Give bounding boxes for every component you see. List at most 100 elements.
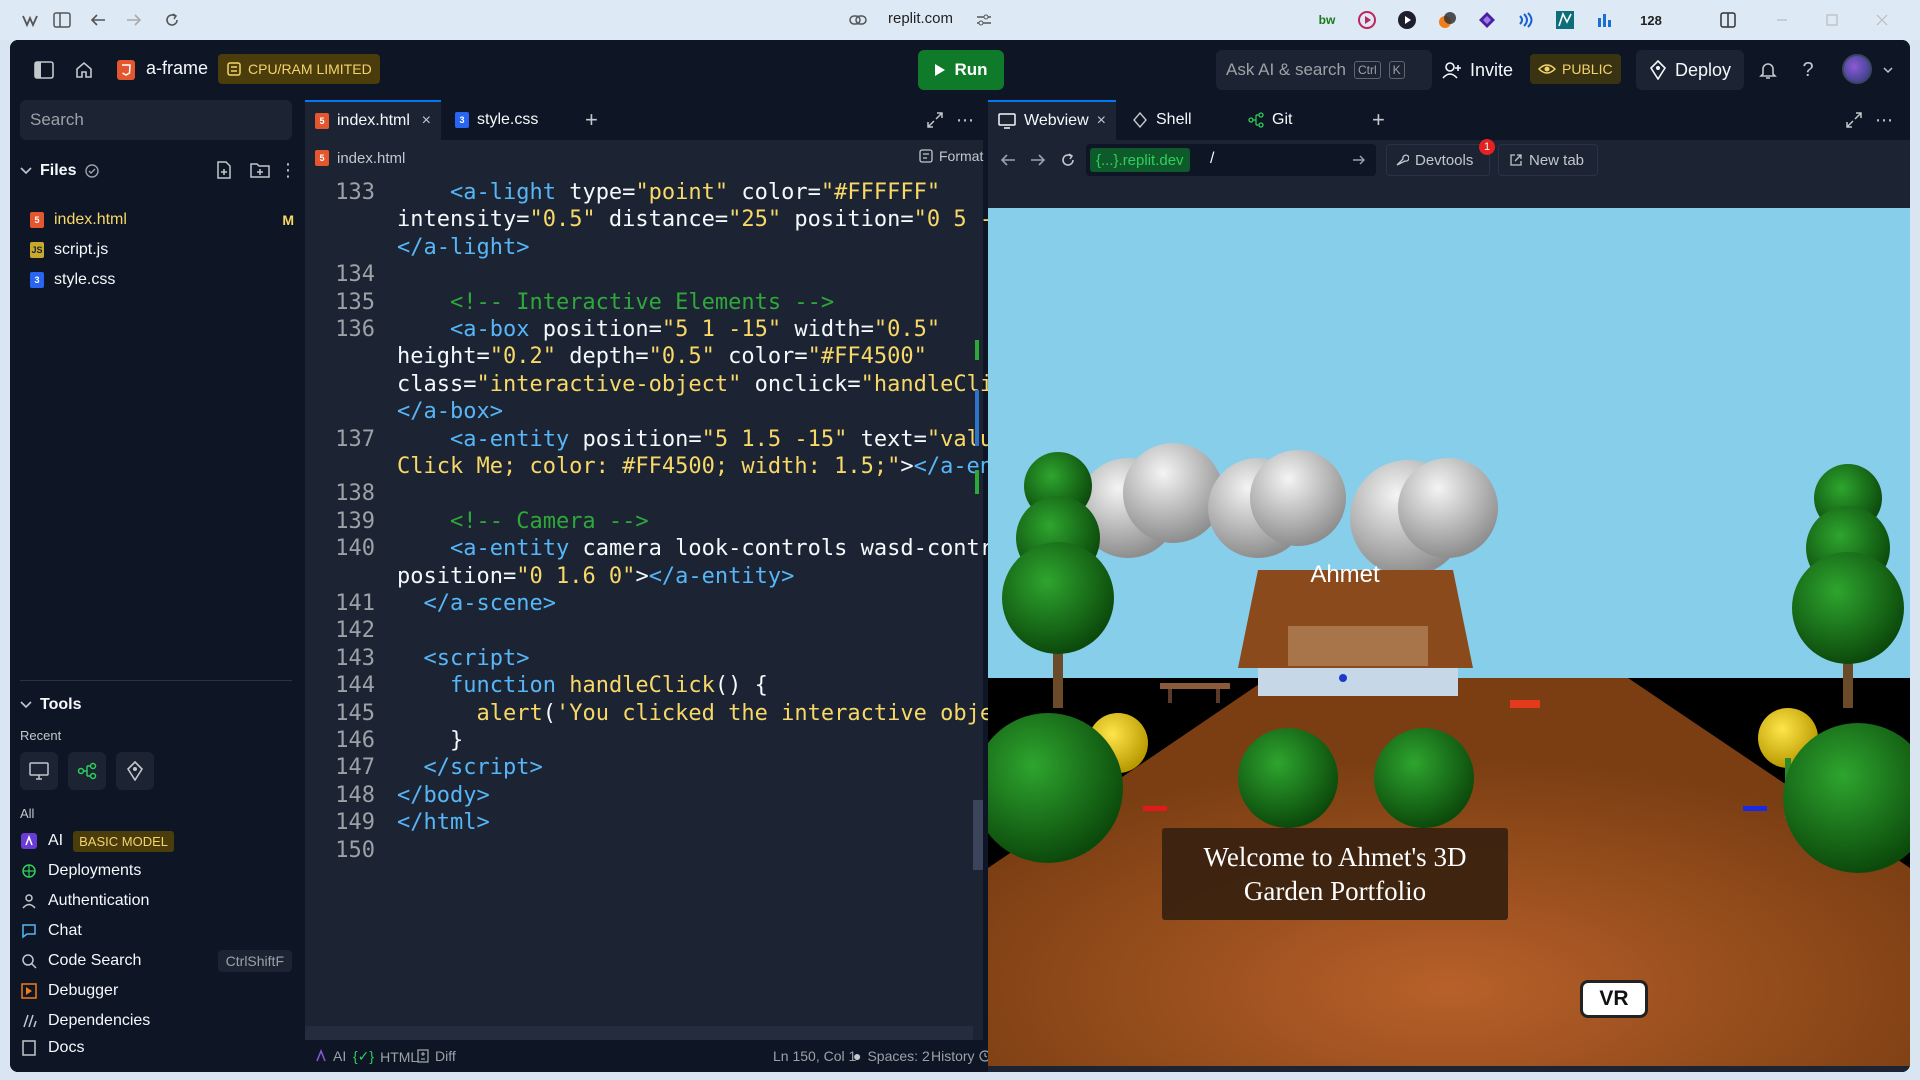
run-button[interactable]: Run xyxy=(918,50,1004,90)
code-line[interactable]: <a-entity position="5 1.5 -15" text="val… xyxy=(397,427,1020,452)
webview-url-input[interactable]: {...}.replit.dev / xyxy=(1086,144,1376,176)
extension-counter[interactable]: 128 xyxy=(1636,9,1666,31)
tab-style-css[interactable]: 3 style.css xyxy=(445,100,565,140)
code-content[interactable]: 133 <a-light type="point" color="#FFFFFF… xyxy=(305,180,1072,1020)
tool-deployments[interactable]: Deployments xyxy=(20,858,141,884)
extension-diamond-icon[interactable] xyxy=(1476,9,1498,31)
vr-button[interactable]: VR xyxy=(1580,980,1648,1018)
new-tab-icon[interactable]: + xyxy=(1362,100,1395,140)
maximize-icon[interactable] xyxy=(1820,8,1844,32)
cpu-ram-limited-badge[interactable]: CPU/RAM LIMITED xyxy=(218,54,380,84)
toggle-sidebar-icon[interactable] xyxy=(32,58,56,82)
minimize-icon[interactable] xyxy=(1770,8,1794,32)
code-line[interactable]: height="0.2" depth="0.5" color="#FF4500" xyxy=(397,344,927,369)
code-line[interactable]: <!-- Interactive Elements --> xyxy=(397,290,834,315)
recent-webview-button[interactable] xyxy=(20,752,58,790)
code-line[interactable]: } xyxy=(397,728,463,753)
code-line[interactable]: </a-scene> xyxy=(397,591,556,616)
recent-deploy-button[interactable] xyxy=(116,752,154,790)
status-diff[interactable]: Diff xyxy=(417,1048,456,1064)
sidebar-search-input[interactable]: Search xyxy=(20,100,292,140)
code-line[interactable]: function handleClick() { xyxy=(397,673,768,698)
editor-scrollbar[interactable] xyxy=(973,800,983,870)
extension-chart-icon[interactable] xyxy=(1594,9,1616,31)
extension-play-icon[interactable] xyxy=(1396,9,1418,31)
tune-icon[interactable] xyxy=(972,8,996,32)
status-language[interactable]: {✓} HTML xyxy=(353,1048,418,1065)
more-options-icon[interactable]: ⋯ xyxy=(1872,108,1896,132)
close-window-icon[interactable] xyxy=(1870,8,1894,32)
code-line[interactable]: </a-light> xyxy=(397,235,529,260)
code-line[interactable]: position="0 1.6 0"></a-entity> xyxy=(397,564,794,589)
ask-ai-search-input[interactable]: Ask AI & search Ctrl K xyxy=(1216,50,1432,90)
avatar[interactable] xyxy=(1842,54,1872,84)
new-tab-icon[interactable]: + xyxy=(575,100,608,140)
code-line[interactable]: <a-box position="5 1 -15" width="0.5" xyxy=(397,317,940,342)
invite-button[interactable]: Invite xyxy=(1442,50,1513,90)
maximize-pane-icon[interactable] xyxy=(923,108,947,132)
repl-name[interactable]: a-frame xyxy=(146,58,208,79)
tool-debugger[interactable]: Debugger xyxy=(20,978,118,1004)
help-icon[interactable]: ? xyxy=(1796,58,1820,82)
extension-orange-icon[interactable] xyxy=(1436,9,1458,31)
tool-authentication[interactable]: Authentication xyxy=(20,888,149,914)
status-history[interactable]: History xyxy=(931,1048,991,1064)
new-file-icon[interactable] xyxy=(212,158,236,182)
tool-code-search[interactable]: Code Search CtrlShiftF xyxy=(20,948,292,974)
cursor-position[interactable]: Ln 150, Col 1 xyxy=(773,1048,856,1064)
address-bar-url[interactable]: replit.com xyxy=(888,10,953,27)
tool-chat[interactable]: Chat xyxy=(20,918,82,944)
more-options-icon[interactable]: ⋮ xyxy=(276,158,300,182)
home-icon[interactable] xyxy=(72,58,96,82)
tools-header[interactable]: Tools xyxy=(20,696,81,714)
reload-icon[interactable] xyxy=(160,8,184,32)
code-line[interactable]: Click Me; color: #FF4500; width: 1.5;"><… xyxy=(397,454,1059,479)
code-line[interactable]: <script> xyxy=(397,646,530,671)
status-spaces[interactable]: ● Spaces: 2 xyxy=(853,1048,930,1064)
code-line[interactable]: </a-box> xyxy=(397,399,503,424)
split-view-icon[interactable] xyxy=(1716,8,1740,32)
chevron-down-icon[interactable] xyxy=(1876,58,1900,82)
webview-reload-icon[interactable] xyxy=(1056,148,1080,172)
format-button[interactable]: Format xyxy=(919,148,983,164)
bell-icon[interactable] xyxy=(1756,58,1780,82)
extension-record-icon[interactable] xyxy=(1356,9,1378,31)
code-line[interactable]: </body> xyxy=(397,783,490,808)
sidebar-toggle-icon[interactable] xyxy=(50,8,74,32)
code-line[interactable]: </script> xyxy=(397,755,543,780)
site-info-icon[interactable] xyxy=(846,8,870,32)
close-tab-icon[interactable]: × xyxy=(1097,112,1106,130)
file-item-index-html[interactable]: 5 index.html M xyxy=(30,206,300,234)
webview-forward-icon[interactable] xyxy=(1026,148,1050,172)
code-line[interactable]: <!-- Camera --> xyxy=(397,509,649,534)
tab-webview[interactable]: Webview × xyxy=(988,100,1116,140)
new-folder-icon[interactable] xyxy=(248,158,272,182)
recent-git-button[interactable] xyxy=(68,752,106,790)
browser-logo-icon[interactable] xyxy=(18,8,42,32)
tab-git[interactable]: Git xyxy=(1238,100,1348,140)
back-icon[interactable] xyxy=(86,8,110,32)
code-line[interactable]: <a-entity camera look-controls wasd-cont… xyxy=(397,536,1033,561)
code-line[interactable]: alert('You clicked the interactive objec… xyxy=(397,701,1072,726)
file-item-script-js[interactable]: JS script.js xyxy=(30,236,108,264)
extension-teal-icon[interactable] xyxy=(1554,9,1576,31)
more-options-icon[interactable]: ⋯ xyxy=(953,108,977,132)
public-badge[interactable]: PUBLIC xyxy=(1530,54,1621,84)
new-tab-button[interactable]: New tab xyxy=(1498,144,1598,176)
extension-bw-icon[interactable]: bw xyxy=(1316,9,1338,31)
tool-dependencies[interactable]: Dependencies xyxy=(20,1008,150,1034)
aframe-scene-view[interactable]: Ahmet Welcome to Ahmet's 3D Garden Portf… xyxy=(988,208,1910,1066)
close-tab-icon[interactable]: × xyxy=(422,112,431,130)
devtools-button[interactable]: Devtools 1 xyxy=(1386,139,1495,176)
tab-shell[interactable]: Shell xyxy=(1122,100,1232,140)
forward-icon[interactable] xyxy=(122,8,146,32)
extension-wave-icon[interactable] xyxy=(1514,9,1536,31)
code-line[interactable]: </html> xyxy=(397,810,490,835)
status-ai[interactable]: AI xyxy=(315,1048,346,1064)
tool-ai[interactable]: AI BASIC MODEL xyxy=(20,828,174,854)
webview-back-icon[interactable] xyxy=(996,148,1020,172)
deploy-button[interactable]: Deploy xyxy=(1636,50,1744,90)
code-line[interactable]: class="interactive-object" onclick="hand… xyxy=(397,372,1073,397)
file-item-style-css[interactable]: 3 style.css xyxy=(30,266,115,294)
tab-index-html[interactable]: 5 index.html × xyxy=(305,100,441,140)
